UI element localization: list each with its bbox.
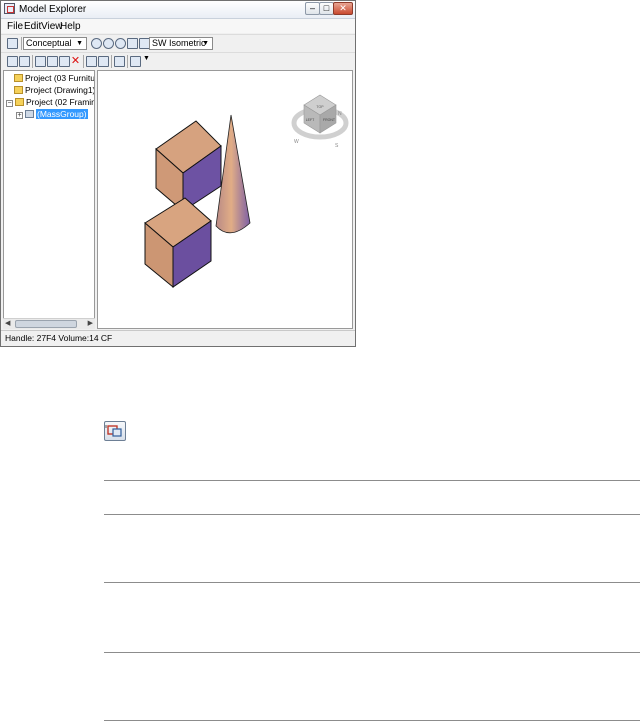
table-rule	[104, 480, 640, 481]
table-rule	[104, 514, 640, 515]
compass-w-label: W	[294, 139, 299, 145]
status-text: Handle: 27F4 Volume:14 CF	[5, 333, 113, 343]
scrollbar-thumb[interactable]	[15, 320, 77, 328]
save-icon[interactable]	[7, 38, 18, 49]
collapse-icon[interactable]: −	[6, 100, 13, 107]
viewcube-left-label: LEFT	[306, 118, 315, 122]
cut-icon[interactable]	[35, 56, 46, 67]
visual-style-value: Conceptual	[26, 38, 72, 48]
tree-item-selected[interactable]: + (MassGroup)	[16, 109, 88, 120]
compass-s-label: S	[335, 143, 339, 149]
zoom-icon[interactable]	[103, 38, 114, 49]
menu-edit[interactable]: Edit	[24, 21, 41, 32]
toolbar-separator	[127, 55, 128, 68]
table-rule	[104, 720, 640, 721]
paste-icon[interactable]	[59, 56, 70, 67]
tree-item-label: Project (Drawing1)	[25, 85, 95, 95]
visual-style-select[interactable]: Conceptual ▼	[23, 37, 87, 50]
model-explorer-app-icon	[4, 3, 15, 14]
tree-item[interactable]: Project (03 Furniture Plan)	[14, 73, 95, 84]
tree-item[interactable]: Project (Drawing1)	[14, 85, 95, 96]
project-folder-icon	[15, 98, 24, 106]
viewcube[interactable]: TOP LEFT FRONT N S W	[291, 94, 349, 149]
import-icon[interactable]	[19, 56, 30, 67]
tree-item-label: (MassGroup)	[36, 109, 88, 119]
chevron-down-icon[interactable]: ▼	[143, 55, 150, 62]
scroll-right-icon[interactable]: ▶	[88, 319, 93, 327]
tree-item[interactable]: − Project (02 Framing)	[6, 97, 94, 108]
expand-icon[interactable]: +	[16, 112, 23, 119]
show-icon[interactable]	[114, 56, 125, 67]
menu-file[interactable]: File	[7, 21, 23, 32]
viewcube-front-label: FRONT	[323, 118, 336, 122]
toolbar-separator	[83, 55, 84, 68]
title-bar[interactable]: Model Explorer – □ ✕	[1, 1, 355, 19]
attach-icon[interactable]	[86, 56, 97, 67]
chevron-down-icon: ▼	[202, 40, 209, 47]
view-direction-select[interactable]: SW Isometric ▼	[149, 37, 213, 50]
chevron-down-icon: ▼	[76, 40, 83, 47]
toolbar-edit: ✕ ▼	[1, 52, 355, 70]
tree-item-label: Project (03 Furniture Plan)	[25, 73, 95, 83]
toolbar-separator	[32, 55, 33, 68]
zoom-extents-icon[interactable]	[115, 38, 126, 49]
menu-help[interactable]: Help	[60, 21, 81, 32]
delete-icon[interactable]: ✕	[70, 56, 81, 67]
copy-icon[interactable]	[47, 56, 58, 67]
maximize-button[interactable]: □	[319, 2, 334, 15]
project-folder-icon	[14, 74, 23, 82]
scroll-left-icon[interactable]: ◀	[5, 319, 10, 327]
toolbar-separator	[21, 37, 22, 50]
project-tree: Project (03 Furniture Plan) Project (Dra…	[3, 70, 95, 329]
tree-item-label: Project (02 Framing)	[26, 97, 94, 107]
viewcube-top-label: TOP	[316, 105, 324, 109]
mass-group-icon	[25, 110, 34, 118]
orbit-icon[interactable]	[91, 38, 102, 49]
detach-icon[interactable]	[98, 56, 109, 67]
status-bar: Handle: 27F4 Volume:14 CF	[1, 330, 355, 346]
table-rule	[104, 652, 640, 653]
close-button[interactable]: ✕	[333, 2, 353, 15]
model-explorer-toolbar-icon	[104, 421, 126, 441]
compass-n-label: N	[338, 111, 342, 117]
toolbar-separator	[111, 55, 112, 68]
model-viewport[interactable]: TOP LEFT FRONT N S W	[97, 70, 353, 329]
model-explorer-window: Model Explorer – □ ✕ File Edit View Help…	[0, 0, 356, 347]
tree-horizontal-scrollbar[interactable]: ◀ ▶	[3, 318, 95, 329]
window-title: Model Explorer	[19, 4, 87, 15]
minimize-button[interactable]: –	[305, 2, 320, 15]
table-rule	[104, 582, 640, 583]
model-explorer-icon-graphic	[105, 425, 122, 437]
toolbar-view: Conceptual ▼ SW Isometric ▼	[1, 34, 355, 52]
model-graphics: TOP LEFT FRONT N S W	[144, 94, 349, 289]
new-project-icon[interactable]	[7, 56, 18, 67]
pan-icon[interactable]	[127, 38, 138, 49]
project-folder-icon	[14, 86, 23, 94]
menu-bar: File Edit View Help	[1, 19, 355, 33]
tools-dropdown-icon[interactable]	[130, 56, 141, 67]
view-direction-value: SW Isometric	[152, 38, 206, 48]
